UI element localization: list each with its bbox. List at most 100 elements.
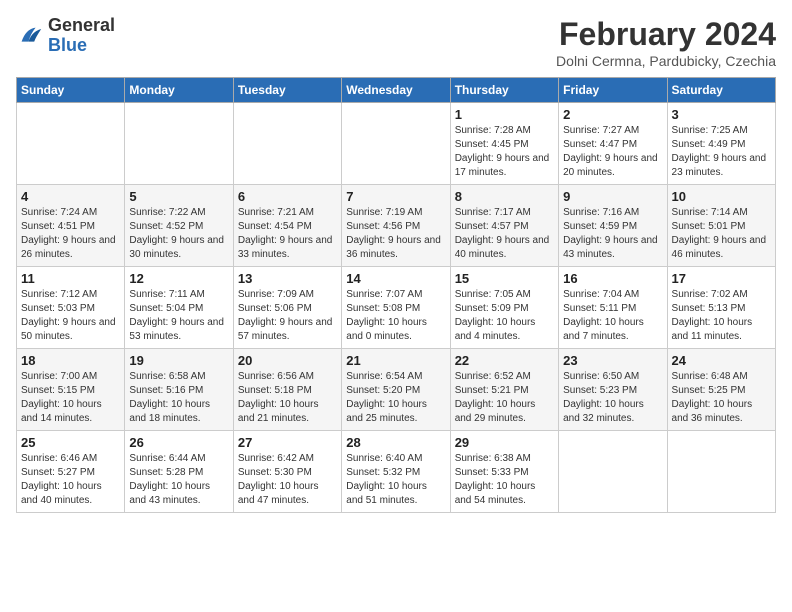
calendar-cell: 23 Sunrise: 6:50 AM Sunset: 5:23 PM Dayli… [559,349,667,431]
day-info: Sunrise: 7:14 AM Sunset: 5:01 PM Dayligh… [672,206,771,262]
day-number: 9 [563,189,662,204]
day-info: Sunrise: 6:46 AM Sunset: 5:27 PM Dayligh… [21,452,120,508]
day-number: 10 [672,189,771,204]
calendar-week-row: 11 Sunrise: 7:12 AM Sunset: 5:03 PM Dayli… [17,267,776,349]
location-subtitle: Dolni Cermna, Pardubicky, Czechia [556,53,776,69]
calendar-cell: 26Sunrise: 6:44 AM Sunset: 5:28 PM Dayli… [125,431,233,513]
day-number: 11 [21,271,120,286]
calendar-cell [342,103,450,185]
calendar-cell: 12 Sunrise: 7:11 AM Sunset: 5:04 PM Dayli… [125,267,233,349]
day-info: Sunrise: 6:50 AM Sunset: 5:23 PM Dayligh… [563,370,662,426]
calendar-cell [17,103,125,185]
calendar-cell: 7 Sunrise: 7:19 AM Sunset: 4:56 PM Daylig… [342,185,450,267]
day-info: Sunrise: 7:19 AM Sunset: 4:56 PM Dayligh… [346,206,445,262]
logo-bird-icon [16,22,44,50]
calendar-cell: 14 Sunrise: 7:07 AM Sunset: 5:08 PM Dayli… [342,267,450,349]
day-number: 24 [672,353,771,368]
day-info: Sunrise: 6:54 AM Sunset: 5:20 PM Dayligh… [346,370,445,426]
day-info: Sunrise: 6:56 AM Sunset: 5:18 PM Dayligh… [238,370,337,426]
logo: General Blue [16,16,115,56]
calendar-week-row: 25 Sunrise: 6:46 AM Sunset: 5:27 PM Dayli… [17,431,776,513]
calendar-header-row: SundayMondayTuesdayWednesdayThursdayFrid… [17,78,776,103]
day-info: Sunrise: 7:27 AM Sunset: 4:47 PM Dayligh… [563,124,662,180]
calendar-cell: 8 Sunrise: 7:17 AM Sunset: 4:57 PM Daylig… [450,185,558,267]
calendar-cell: 4 Sunrise: 7:24 AM Sunset: 4:51 PM Daylig… [17,185,125,267]
calendar-cell [559,431,667,513]
day-info: Sunrise: 7:04 AM Sunset: 5:11 PM Dayligh… [563,288,662,344]
calendar-cell: 20 Sunrise: 6:56 AM Sunset: 5:18 PM Dayli… [233,349,341,431]
calendar-cell: 28Sunrise: 6:40 AM Sunset: 5:32 PM Dayli… [342,431,450,513]
weekday-header-thursday: Thursday [450,78,558,103]
day-info: Sunrise: 6:42 AM Sunset: 5:30 PM Dayligh… [238,452,337,508]
day-number: 12 [129,271,228,286]
weekday-header-sunday: Sunday [17,78,125,103]
calendar-cell: 1 Sunrise: 7:28 AM Sunset: 4:45 PM Daylig… [450,103,558,185]
weekday-header-monday: Monday [125,78,233,103]
day-info: Sunrise: 7:28 AM Sunset: 4:45 PM Dayligh… [455,124,554,180]
weekday-header-saturday: Saturday [667,78,775,103]
calendar-cell: 19 Sunrise: 6:58 AM Sunset: 5:16 PM Dayli… [125,349,233,431]
calendar-cell: 17Sunrise: 7:02 AM Sunset: 5:13 PM Dayli… [667,267,775,349]
calendar-cell: 15 Sunrise: 7:05 AM Sunset: 5:09 PM Dayli… [450,267,558,349]
calendar-cell: 27 Sunrise: 6:42 AM Sunset: 5:30 PM Dayli… [233,431,341,513]
logo-text: General Blue [48,16,115,56]
weekday-header-tuesday: Tuesday [233,78,341,103]
day-number: 14 [346,271,445,286]
day-info: Sunrise: 7:05 AM Sunset: 5:09 PM Dayligh… [455,288,554,344]
calendar-cell: 16 Sunrise: 7:04 AM Sunset: 5:11 PM Dayli… [559,267,667,349]
day-number: 25 [21,435,120,450]
day-info: Sunrise: 6:40 AM Sunset: 5:32 PM Dayligh… [346,452,445,508]
day-info: Sunrise: 7:07 AM Sunset: 5:08 PM Dayligh… [346,288,445,344]
title-block: February 2024 Dolni Cermna, Pardubicky, … [556,16,776,69]
day-number: 6 [238,189,337,204]
calendar-cell: 29 Sunrise: 6:38 AM Sunset: 5:33 PM Dayli… [450,431,558,513]
calendar-cell [125,103,233,185]
day-info: Sunrise: 7:12 AM Sunset: 5:03 PM Dayligh… [21,288,120,344]
month-year-title: February 2024 [556,16,776,53]
day-number: 19 [129,353,228,368]
day-number: 2 [563,107,662,122]
day-info: Sunrise: 7:16 AM Sunset: 4:59 PM Dayligh… [563,206,662,262]
calendar-cell: 3Sunrise: 7:25 AM Sunset: 4:49 PM Daylig… [667,103,775,185]
day-number: 18 [21,353,120,368]
weekday-header-friday: Friday [559,78,667,103]
day-info: Sunrise: 6:58 AM Sunset: 5:16 PM Dayligh… [129,370,228,426]
day-number: 29 [455,435,554,450]
day-number: 27 [238,435,337,450]
day-info: Sunrise: 7:22 AM Sunset: 4:52 PM Dayligh… [129,206,228,262]
day-number: 8 [455,189,554,204]
day-number: 15 [455,271,554,286]
day-number: 4 [21,189,120,204]
day-number: 22 [455,353,554,368]
calendar-cell: 11 Sunrise: 7:12 AM Sunset: 5:03 PM Dayli… [17,267,125,349]
calendar-cell: 21Sunrise: 6:54 AM Sunset: 5:20 PM Dayli… [342,349,450,431]
day-number: 7 [346,189,445,204]
calendar-cell [667,431,775,513]
day-number: 20 [238,353,337,368]
calendar-cell: 25 Sunrise: 6:46 AM Sunset: 5:27 PM Dayli… [17,431,125,513]
day-info: Sunrise: 6:48 AM Sunset: 5:25 PM Dayligh… [672,370,771,426]
calendar-cell: 10 Sunrise: 7:14 AM Sunset: 5:01 PM Dayli… [667,185,775,267]
day-info: Sunrise: 7:17 AM Sunset: 4:57 PM Dayligh… [455,206,554,262]
calendar-cell: 5 Sunrise: 7:22 AM Sunset: 4:52 PM Daylig… [125,185,233,267]
day-number: 3 [672,107,771,122]
calendar-cell: 6Sunrise: 7:21 AM Sunset: 4:54 PM Daylig… [233,185,341,267]
day-number: 23 [563,353,662,368]
calendar-table: SundayMondayTuesdayWednesdayThursdayFrid… [16,77,776,513]
day-info: Sunrise: 6:38 AM Sunset: 5:33 PM Dayligh… [455,452,554,508]
calendar-week-row: 4 Sunrise: 7:24 AM Sunset: 4:51 PM Daylig… [17,185,776,267]
day-info: Sunrise: 7:11 AM Sunset: 5:04 PM Dayligh… [129,288,228,344]
day-info: Sunrise: 7:24 AM Sunset: 4:51 PM Dayligh… [21,206,120,262]
calendar-cell: 9 Sunrise: 7:16 AM Sunset: 4:59 PM Daylig… [559,185,667,267]
day-number: 1 [455,107,554,122]
day-info: Sunrise: 7:02 AM Sunset: 5:13 PM Dayligh… [672,288,771,344]
calendar-cell: 18Sunrise: 7:00 AM Sunset: 5:15 PM Dayli… [17,349,125,431]
day-info: Sunrise: 6:44 AM Sunset: 5:28 PM Dayligh… [129,452,228,508]
day-info: Sunrise: 6:52 AM Sunset: 5:21 PM Dayligh… [455,370,554,426]
calendar-cell: 24 Sunrise: 6:48 AM Sunset: 5:25 PM Dayli… [667,349,775,431]
calendar-cell: 2 Sunrise: 7:27 AM Sunset: 4:47 PM Daylig… [559,103,667,185]
day-number: 16 [563,271,662,286]
day-info: Sunrise: 7:09 AM Sunset: 5:06 PM Dayligh… [238,288,337,344]
calendar-cell: 22 Sunrise: 6:52 AM Sunset: 5:21 PM Dayli… [450,349,558,431]
day-number: 5 [129,189,228,204]
